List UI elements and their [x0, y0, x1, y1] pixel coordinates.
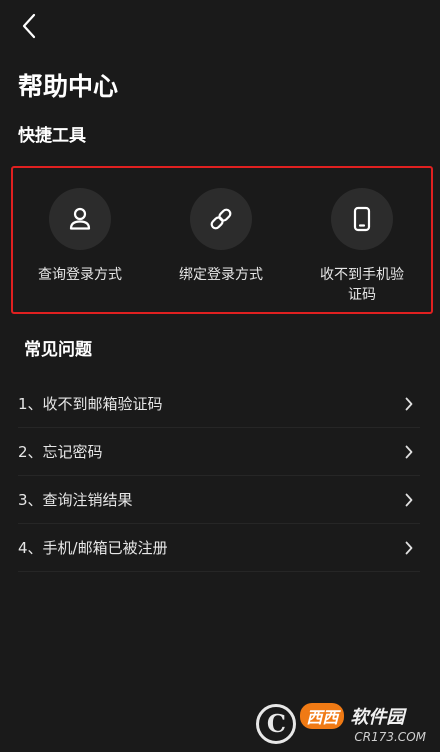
tool-icon-circle [49, 188, 111, 250]
faq-item[interactable]: 1、收不到邮箱验证码 [18, 380, 420, 428]
chevron-left-icon [22, 13, 36, 39]
chevron-right-icon [405, 493, 413, 506]
tool-bind-login-method[interactable]: 绑定登录方式 [151, 188, 291, 285]
faq-item[interactable]: 4、手机/邮箱已被注册 [18, 524, 420, 572]
chevron-right-icon [405, 445, 413, 458]
tool-check-login-method[interactable]: 查询登录方式 [10, 188, 150, 285]
watermark-name: 软件园 [350, 707, 405, 728]
watermark: C 西西 软件园 CR173.COM [256, 703, 426, 744]
watermark-logo: C [256, 703, 297, 744]
chevron-right-icon [405, 541, 413, 554]
tool-label: 收不到手机验证码 [320, 267, 404, 303]
faq-item-text: 4、手机/邮箱已被注册 [18, 539, 168, 557]
faq-item[interactable]: 3、查询注销结果 [18, 476, 420, 524]
tools-section-title: 快捷工具 [18, 126, 86, 146]
user-icon [69, 207, 91, 230]
faq-section-title: 常见问题 [24, 340, 92, 360]
chevron-right-icon [405, 397, 413, 410]
faq-item[interactable]: 2、忘记密码 [18, 428, 420, 476]
faq-item-text: 3、查询注销结果 [18, 491, 133, 509]
tool-label: 查询登录方式 [38, 267, 122, 283]
phone-icon [353, 206, 371, 232]
quick-tools-panel: 查询登录方式 绑定登录方式 收不到手机验证码 [11, 166, 433, 314]
link-icon [210, 208, 232, 230]
tool-label: 绑定登录方式 [179, 267, 263, 283]
watermark-badge: 西西 [300, 703, 345, 729]
page-title: 帮助中心 [18, 72, 119, 101]
watermark-url: CR173.COM [354, 730, 426, 744]
faq-item-text: 2、忘记密码 [18, 443, 103, 461]
tool-icon-circle [190, 188, 252, 250]
tool-no-phone-code[interactable]: 收不到手机验证码 [292, 188, 432, 305]
tool-icon-circle [331, 188, 393, 250]
faq-item-text: 1、收不到邮箱验证码 [18, 395, 163, 413]
back-button[interactable] [14, 10, 46, 42]
faq-list: 1、收不到邮箱验证码 2、忘记密码 3、查询注销结果 4、手机/邮箱已被注册 [18, 380, 420, 572]
